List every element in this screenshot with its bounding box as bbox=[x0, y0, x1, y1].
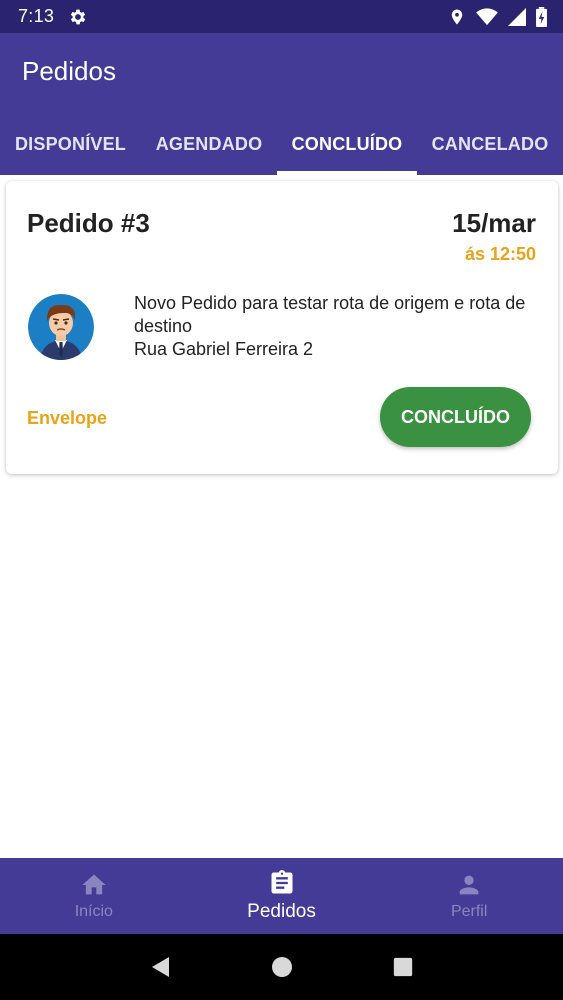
location-icon bbox=[448, 7, 466, 27]
nav-label-inicio: Início bbox=[74, 903, 113, 920]
person-icon bbox=[455, 871, 483, 899]
home-circle-icon[interactable] bbox=[270, 955, 294, 979]
signal-icon bbox=[508, 7, 526, 26]
bottom-nav: Início Pedidos Perfil bbox=[0, 858, 563, 934]
tab-concluido-label: CONCLUÍDO bbox=[291, 133, 403, 154]
tab-bar: DISPONÍVEL AGENDADO CONCLUÍDO CANCELADO bbox=[0, 113, 563, 175]
order-title: Pedido #3 bbox=[27, 208, 150, 238]
order-card[interactable]: Pedido #3 15/mar ás 12:50 Novo Pedido pa… bbox=[6, 181, 558, 474]
order-description: Novo Pedido para testar rota de origem e… bbox=[134, 293, 526, 336]
nav-item-pedidos[interactable]: Pedidos bbox=[188, 858, 376, 934]
nav-item-perfil[interactable]: Perfil bbox=[375, 858, 563, 934]
nav-item-inicio[interactable]: Início bbox=[0, 858, 188, 934]
battery-icon bbox=[536, 6, 547, 27]
clipboard-icon bbox=[268, 869, 296, 897]
order-address: Rua Gabriel Ferreira 2 bbox=[134, 339, 314, 359]
order-time: ás 12:50 bbox=[464, 244, 536, 264]
status-time: 7:13 bbox=[18, 6, 55, 26]
tab-agendado[interactable]: AGENDADO bbox=[141, 113, 277, 175]
active-tab-indicator bbox=[277, 171, 417, 175]
status-bar: 7:13 bbox=[0, 0, 563, 33]
order-description-block: Novo Pedido para testar rota de origem e… bbox=[134, 292, 539, 361]
system-nav-bar bbox=[0, 934, 563, 1000]
status-concluido-button[interactable]: CONCLUÍDO bbox=[380, 387, 531, 447]
tab-concluido[interactable]: CONCLUÍDO bbox=[277, 113, 417, 175]
page-title: Pedidos bbox=[22, 56, 116, 86]
nav-label-pedidos: Pedidos bbox=[247, 901, 316, 922]
recents-icon[interactable] bbox=[392, 956, 414, 978]
order-date: 15/mar bbox=[452, 208, 536, 238]
avatar bbox=[28, 294, 94, 360]
wifi-icon bbox=[476, 7, 498, 26]
back-icon[interactable] bbox=[149, 955, 173, 979]
package-type: Envelope bbox=[27, 408, 108, 428]
tab-disponivel[interactable]: DISPONÍVEL bbox=[0, 113, 141, 175]
app-bar: Pedidos DISPONÍVEL AGENDADO CONCLUÍDO CA… bbox=[0, 33, 563, 175]
tab-cancelado[interactable]: CANCELADO bbox=[417, 113, 563, 175]
home-icon bbox=[80, 871, 108, 899]
nav-label-perfil: Perfil bbox=[450, 903, 488, 920]
gear-icon bbox=[68, 7, 88, 27]
